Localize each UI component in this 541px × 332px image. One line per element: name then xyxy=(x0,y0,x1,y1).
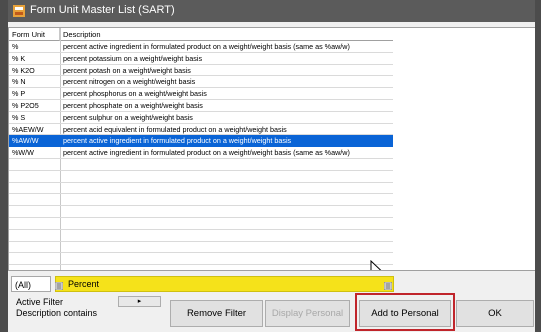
description-cell: percent active ingredient in formulated … xyxy=(63,136,292,146)
column-header-description[interactable]: Description xyxy=(60,28,394,41)
description-contains-label: Description contains xyxy=(16,308,98,318)
form-unit-grid[interactable]: Form Unit Description % percent active in… xyxy=(8,27,395,271)
annotation-highlight-box xyxy=(355,293,455,331)
empty-row xyxy=(9,230,394,242)
form-unit-cell: % K2O xyxy=(12,65,35,75)
form-unit-cell: % P2O5 xyxy=(12,101,39,110)
table-row[interactable]: % K percent potassium on a weight/weight … xyxy=(9,53,394,65)
description-cell: percent potash on a weight/weight basis xyxy=(63,65,191,75)
description-cell: percent active ingredient in formulated … xyxy=(63,42,350,51)
table-row[interactable]: % K2O percent potash on a weight/weight b… xyxy=(9,65,394,77)
empty-row xyxy=(9,159,394,171)
table-row[interactable]: % P2O5 percent phosphate on a weight/weig… xyxy=(9,100,394,112)
description-cell: percent phosphorus on a weight/weight ba… xyxy=(63,89,207,99)
filter-arrow-button[interactable]: ▸ xyxy=(118,296,161,307)
table-row[interactable]: %AEW/W percent acid equivalent in formula… xyxy=(9,124,394,136)
table-row[interactable]: %AW/W percent active ingredient in formul… xyxy=(9,135,394,148)
description-cell: percent acid equivalent in formulated pr… xyxy=(63,124,287,134)
grid-empty-right xyxy=(393,27,535,271)
display-personal-button[interactable]: Display Personal xyxy=(265,300,350,327)
empty-row xyxy=(9,194,394,207)
form-unit-cell: % N xyxy=(12,77,26,87)
background-left xyxy=(0,0,8,332)
window-title: Form Unit Master List (SART) xyxy=(30,4,175,16)
description-cell: percent phosphate on a weight/weight bas… xyxy=(63,101,203,110)
remove-filter-button[interactable]: Remove Filter xyxy=(170,300,263,327)
filter-icon[interactable] xyxy=(55,282,63,290)
filter-scope-selector[interactable]: (All) xyxy=(11,276,51,292)
column-header-form-unit[interactable]: Form Unit xyxy=(9,28,60,41)
empty-row xyxy=(9,253,394,266)
background-right xyxy=(535,0,541,332)
form-unit-cell: %AEW/W xyxy=(12,124,44,134)
title-bar[interactable]: Form Unit Master List (SART) xyxy=(8,0,535,22)
description-cell: percent active ingredient in formulated … xyxy=(63,148,350,158)
empty-row xyxy=(9,183,394,195)
table-row[interactable]: %W/W percent active ingredient in formula… xyxy=(9,147,394,159)
table-row[interactable]: % P percent phosphorus on a weight/weight… xyxy=(9,88,394,100)
mouse-cursor-icon xyxy=(370,260,382,270)
form-unit-master-list-window: Form Unit Master List (SART) Form Unit D… xyxy=(0,0,541,332)
empty-row xyxy=(9,206,394,218)
empty-row xyxy=(9,171,394,183)
form-unit-cell: %W/W xyxy=(12,148,34,158)
app-icon xyxy=(13,5,25,17)
description-cell: percent nitrogen on a weight/weight basi… xyxy=(63,77,196,87)
description-cell: percent potassium on a weight/weight bas… xyxy=(63,53,203,63)
description-cell: percent sulphur on a weight/weight basis xyxy=(63,112,193,122)
table-row[interactable]: % N percent nitrogen on a weight/weight b… xyxy=(9,76,394,89)
filter-dropdown-icon[interactable] xyxy=(384,282,392,290)
empty-row xyxy=(9,218,394,230)
table-row[interactable]: % percent active ingredient in formulated… xyxy=(9,41,394,53)
form-unit-cell: % xyxy=(12,42,19,51)
form-unit-cell: % K xyxy=(12,53,26,63)
form-unit-cell: % S xyxy=(12,112,26,122)
ok-button[interactable]: OK xyxy=(456,300,534,327)
table-row[interactable]: % S percent sulphur on a weight/weight ba… xyxy=(9,112,394,124)
filter-value-field[interactable]: Percent xyxy=(55,276,394,292)
form-unit-cell: % P xyxy=(12,89,26,99)
active-filter-label: Active Filter xyxy=(16,297,64,307)
empty-row xyxy=(9,242,394,254)
form-unit-cell: %AW/W xyxy=(12,136,39,146)
